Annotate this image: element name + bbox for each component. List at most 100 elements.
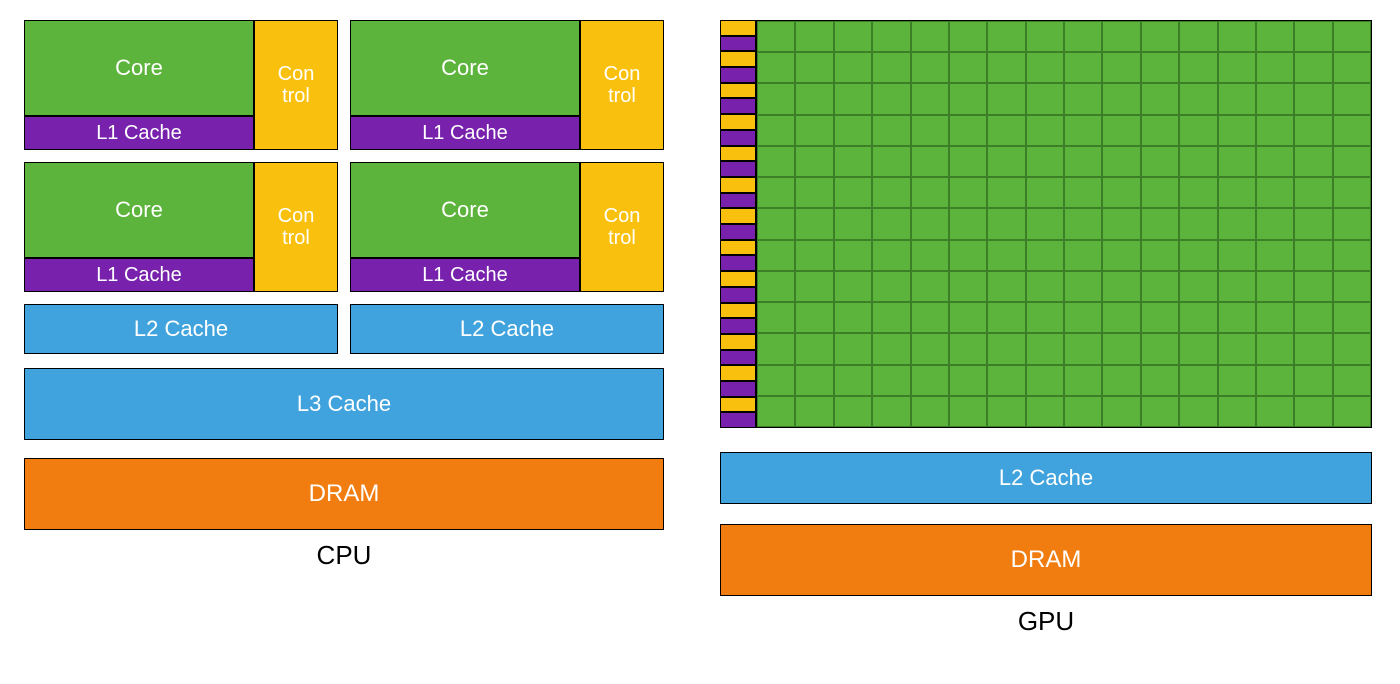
gpu-core — [1256, 302, 1294, 333]
gpu-core — [1102, 396, 1140, 427]
gpu-core — [911, 396, 949, 427]
gpu-core — [834, 333, 872, 364]
gpu-core — [1064, 302, 1102, 333]
gpu-core — [1141, 365, 1179, 396]
gpu-core — [1294, 396, 1332, 427]
gpu-core — [1064, 146, 1102, 177]
gpu-l1-cache — [720, 67, 756, 83]
gpu-core — [757, 302, 795, 333]
gpu-control — [720, 397, 756, 413]
gpu-core — [1294, 302, 1332, 333]
gpu-control — [720, 365, 756, 381]
gpu-l1-cache — [720, 381, 756, 397]
gpu-core — [1179, 271, 1217, 302]
gpu-core — [834, 115, 872, 146]
gpu-core — [795, 146, 833, 177]
gpu-core — [872, 146, 910, 177]
gpu-core — [1179, 177, 1217, 208]
gpu-core — [949, 83, 987, 114]
gpu-core — [987, 115, 1025, 146]
gpu-core — [1179, 146, 1217, 177]
gpu-core — [1102, 208, 1140, 239]
gpu-top — [720, 20, 1372, 428]
gpu-core — [1179, 302, 1217, 333]
gpu-core — [1026, 240, 1064, 271]
gpu-core — [1064, 365, 1102, 396]
gpu-control — [720, 334, 756, 350]
gpu-core — [987, 240, 1025, 271]
gpu-core — [1179, 208, 1217, 239]
gpu-control — [720, 83, 756, 99]
gpu-l1-cache — [720, 350, 756, 366]
gpu-core — [1256, 333, 1294, 364]
gpu-core — [911, 240, 949, 271]
cpu-control: Con trol — [254, 162, 338, 292]
gpu-core — [1333, 83, 1371, 114]
gpu-core — [795, 21, 833, 52]
gpu-core — [1294, 83, 1332, 114]
gpu-core — [1026, 115, 1064, 146]
gpu-core — [1141, 333, 1179, 364]
gpu-core — [1333, 21, 1371, 52]
gpu-core — [1026, 177, 1064, 208]
gpu-core — [872, 83, 910, 114]
gpu-core — [757, 21, 795, 52]
gpu-core — [1294, 177, 1332, 208]
cpu-core-unit: Core L1 Cache Con trol — [24, 20, 338, 150]
gpu-core — [1064, 208, 1102, 239]
gpu-core — [1102, 365, 1140, 396]
gpu-core — [1026, 83, 1064, 114]
gpu-l1-cache — [720, 318, 756, 334]
gpu-l2-cache: L2 Cache — [720, 452, 1372, 504]
gpu-core — [1294, 21, 1332, 52]
gpu-core — [911, 365, 949, 396]
gpu-l1-cache — [720, 224, 756, 240]
gpu-core — [1141, 52, 1179, 83]
gpu-core — [1102, 302, 1140, 333]
gpu-core — [987, 396, 1025, 427]
gpu-core — [987, 52, 1025, 83]
gpu-core — [1294, 115, 1332, 146]
cpu-l1-cache: L1 Cache — [24, 258, 254, 292]
gpu-core — [1256, 240, 1294, 271]
gpu-core — [795, 83, 833, 114]
gpu-core — [987, 21, 1025, 52]
cpu-l2-cache: L2 Cache — [350, 304, 664, 354]
gpu-core — [1102, 21, 1140, 52]
cpu-title: CPU — [24, 540, 664, 571]
gpu-core — [757, 396, 795, 427]
gpu-core — [1179, 115, 1217, 146]
gpu-control — [720, 208, 756, 224]
gpu-core — [949, 302, 987, 333]
gpu-core — [1064, 21, 1102, 52]
gpu-core — [757, 208, 795, 239]
gpu-core — [1333, 271, 1371, 302]
gpu-core — [1179, 365, 1217, 396]
gpu-core — [1102, 271, 1140, 302]
gpu-panel: L2 Cache DRAM GPU — [720, 20, 1372, 637]
gpu-core — [1218, 396, 1256, 427]
gpu-core — [1102, 177, 1140, 208]
gpu-control — [720, 114, 756, 130]
gpu-core — [1026, 365, 1064, 396]
gpu-core — [1218, 21, 1256, 52]
gpu-core — [834, 302, 872, 333]
gpu-core — [757, 333, 795, 364]
gpu-control — [720, 51, 756, 67]
gpu-core — [911, 21, 949, 52]
gpu-l1-cache — [720, 193, 756, 209]
gpu-core — [1026, 302, 1064, 333]
gpu-core — [987, 208, 1025, 239]
gpu-core — [1064, 271, 1102, 302]
gpu-control — [720, 240, 756, 256]
gpu-side-column — [720, 20, 756, 428]
gpu-core — [834, 146, 872, 177]
gpu-control — [720, 271, 756, 287]
gpu-l1-cache — [720, 287, 756, 303]
gpu-core — [911, 83, 949, 114]
gpu-core — [1179, 83, 1217, 114]
gpu-core — [1218, 208, 1256, 239]
gpu-core — [1064, 177, 1102, 208]
gpu-core — [911, 146, 949, 177]
gpu-core — [757, 52, 795, 83]
